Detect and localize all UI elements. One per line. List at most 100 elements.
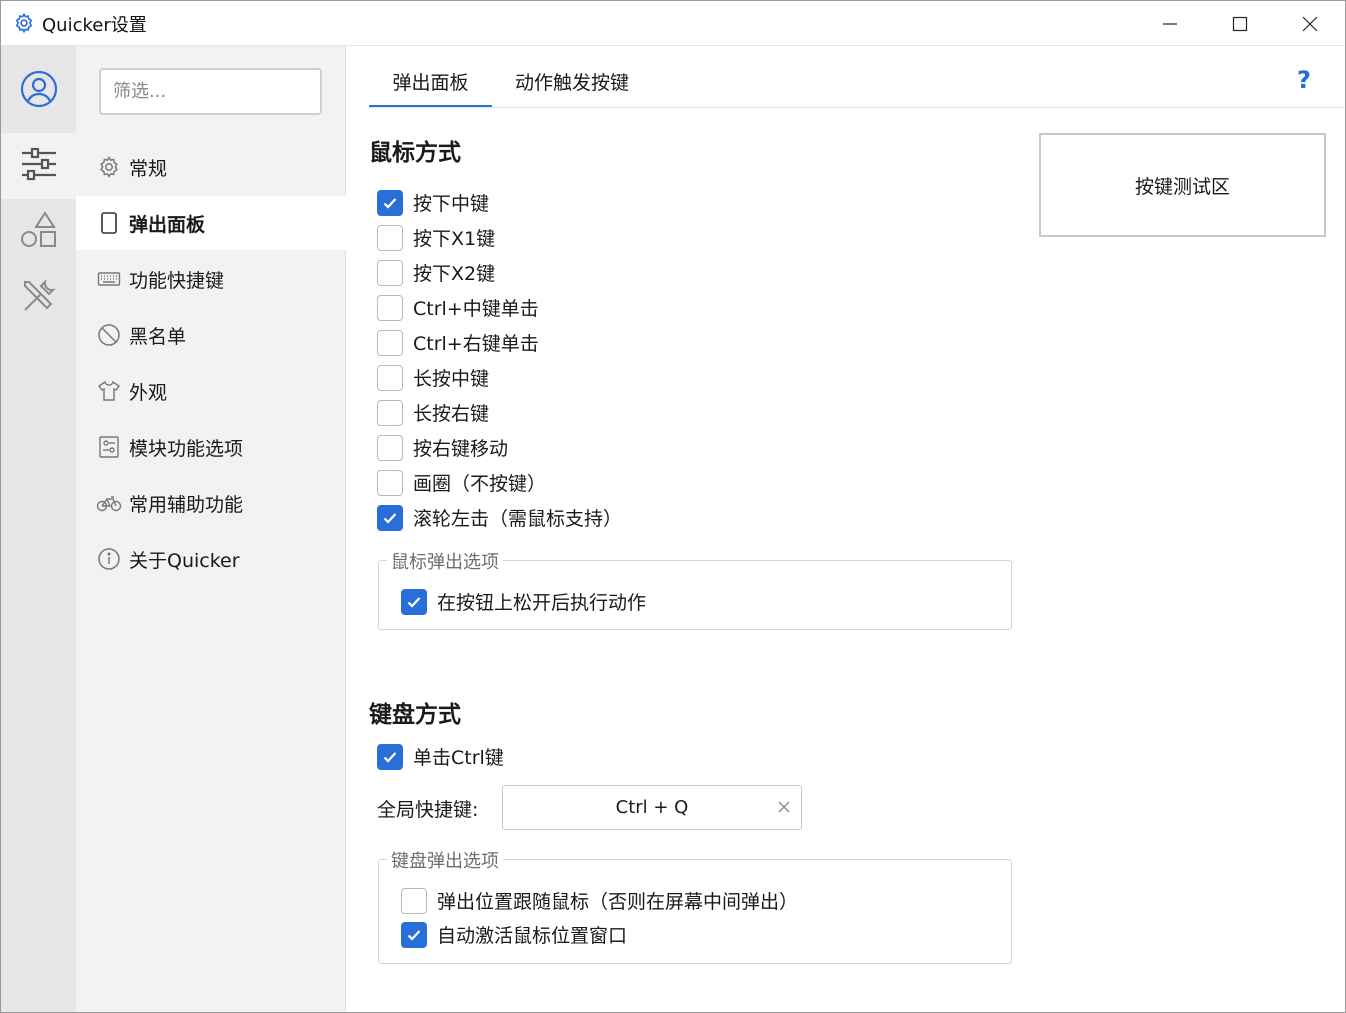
mouse-option-long-press-right[interactable]: 长按右键 [377, 399, 489, 426]
check-icon [407, 929, 421, 941]
nav-item-label: 模块功能选项 [129, 437, 244, 460]
global-hotkey-label: 全局快捷键: [377, 799, 479, 821]
check-icon [383, 197, 397, 209]
checkbox[interactable] [377, 224, 403, 251]
tools-icon [19, 276, 59, 320]
checkbox[interactable] [401, 588, 427, 615]
mouse-option-x1-press[interactable]: 按下X1键 [377, 224, 495, 251]
mouse-option-x2-press[interactable]: 按下X2键 [377, 259, 495, 286]
gear-icon [96, 154, 122, 180]
checkbox[interactable] [377, 189, 403, 216]
checkbox-label: 长按右键 [413, 403, 490, 425]
nav-item-label: 常用辅助功能 [129, 493, 244, 516]
filter-box[interactable] [99, 68, 322, 115]
info-icon [96, 546, 122, 572]
checkbox-label: 弹出位置跟随鼠标（否则在屏幕中间弹出） [437, 891, 799, 913]
maximize-button[interactable] [1205, 1, 1275, 46]
rail-item-account[interactable] [1, 58, 76, 124]
rail-item-actions[interactable] [1, 199, 76, 265]
key-test-area[interactable]: 按键测试区 [1039, 133, 1326, 237]
mouse-section-title: 鼠标方式 [369, 140, 461, 166]
mouse-option-ctrl-middle-click[interactable]: Ctrl+中键单击 [377, 294, 539, 321]
mouse-option-middle-press[interactable]: 按下中键 [377, 189, 489, 216]
checkbox-label: 单击Ctrl键 [413, 747, 504, 769]
checkbox[interactable] [377, 504, 403, 531]
nav-item-label: 黑名单 [129, 325, 187, 348]
checkbox[interactable] [401, 921, 427, 948]
nav-item-label: 常规 [129, 157, 168, 180]
tab-action-trigger-keys[interactable]: 动作触发按键 [492, 64, 652, 108]
nav-item-hotkeys[interactable]: 功能快捷键 [76, 252, 346, 306]
check-icon [383, 751, 397, 763]
checkbox[interactable] [377, 259, 403, 286]
checkbox-label: 画圈（不按键） [413, 473, 547, 495]
nav-item-blacklist[interactable]: 黑名单 [76, 308, 346, 362]
checkbox-label: 自动激活鼠标位置窗口 [437, 925, 628, 947]
checkbox-label: Ctrl+右键单击 [413, 333, 539, 355]
phone-icon [96, 210, 122, 236]
checkbox-label: Ctrl+中键单击 [413, 298, 539, 320]
filter-input[interactable] [101, 70, 320, 113]
checkbox[interactable] [377, 294, 403, 321]
keyboard-popup-options-group: 键盘弹出选项 弹出位置跟随鼠标（否则在屏幕中间弹出） 自动激活鼠标位置窗口 [378, 847, 1012, 964]
help-icon[interactable]: ? [1297, 66, 1311, 94]
minimize-button[interactable] [1135, 1, 1205, 46]
keyboard-section-title: 键盘方式 [369, 702, 461, 728]
checkbox[interactable] [377, 399, 403, 426]
window-title: Quicker设置 [42, 15, 147, 36]
rail-item-tools[interactable] [1, 265, 76, 331]
checkbox-label: 按下中键 [413, 193, 490, 215]
close-button[interactable] [1275, 1, 1345, 46]
clear-icon[interactable] [775, 798, 793, 816]
bicycle-icon [96, 490, 122, 516]
checkbox[interactable] [377, 743, 403, 770]
module-icon [96, 434, 122, 460]
checkbox[interactable] [401, 887, 427, 914]
nav-item-assist-functions[interactable]: 常用辅助功能 [76, 476, 346, 530]
nav-item-popup-panel[interactable]: 弹出面板 [76, 196, 346, 250]
checkbox[interactable] [377, 434, 403, 461]
keyboard-option-single-ctrl[interactable]: 单击Ctrl键 [377, 743, 504, 770]
checkbox[interactable] [377, 469, 403, 496]
check-icon [407, 596, 421, 608]
nav-item-general[interactable]: 常规 [76, 140, 346, 194]
global-hotkey-input[interactable]: Ctrl + Q [502, 785, 802, 830]
checkbox[interactable] [377, 364, 403, 391]
mouse-popup-release-execute[interactable]: 在按钮上松开后执行动作 [401, 588, 646, 615]
tshirt-icon [96, 378, 122, 404]
mouse-option-long-press-middle[interactable]: 长按中键 [377, 364, 489, 391]
mouse-option-draw-circle[interactable]: 画圈（不按键） [377, 469, 546, 496]
nav-item-label: 外观 [129, 381, 168, 404]
keyboard-popup-auto-activate[interactable]: 自动激活鼠标位置窗口 [401, 921, 627, 948]
main-content: 弹出面板 动作触发按键 ? 鼠标方式 按下中键 按下X1键 按下X2键 Ctrl… [347, 46, 1345, 1012]
nav-item-module-options[interactable]: 模块功能选项 [76, 420, 346, 474]
checkbox-label: 按右键移动 [413, 438, 509, 460]
checkbox-label: 长按中键 [413, 368, 490, 390]
group-legend: 键盘弹出选项 [387, 847, 503, 873]
mouse-option-right-drag[interactable]: 按右键移动 [377, 434, 508, 461]
rail-item-settings[interactable] [1, 133, 76, 199]
checkbox[interactable] [377, 329, 403, 356]
hotkey-value: Ctrl + Q [615, 797, 689, 818]
nav-item-label: 功能快捷键 [129, 269, 225, 292]
nav-panel: 常规 弹出面板 功能快捷键 [76, 46, 346, 1012]
checkbox-label: 滚轮左击（需鼠标支持） [413, 508, 623, 530]
checkbox-label: 在按钮上松开后执行动作 [437, 592, 647, 614]
key-test-area-label: 按键测试区 [1134, 175, 1230, 198]
mouse-option-ctrl-right-click[interactable]: Ctrl+右键单击 [377, 329, 539, 356]
nav-item-about[interactable]: 关于Quicker [76, 532, 346, 586]
tab-popup-panel[interactable]: 弹出面板 [369, 64, 492, 108]
icon-rail [1, 46, 76, 1012]
keyboard-icon [96, 266, 122, 292]
close-icon [1302, 16, 1318, 31]
mouse-option-wheel-left-click[interactable]: 滚轮左击（需鼠标支持） [377, 504, 622, 531]
checkbox-label: 按下X1键 [413, 228, 496, 250]
title-bar[interactable]: Quicker设置 [1, 1, 1345, 46]
check-icon [383, 512, 397, 524]
nav-item-appearance[interactable]: 外观 [76, 364, 346, 418]
nav-item-label: 关于Quicker [129, 549, 240, 572]
keyboard-popup-follow-mouse[interactable]: 弹出位置跟随鼠标（否则在屏幕中间弹出） [401, 887, 798, 914]
block-icon [96, 322, 122, 348]
checkbox-label: 按下X2键 [413, 263, 496, 285]
settings-window: Quicker设置 筛选... 常规 弹出面板 功能快捷键 黑名单 外观 模块功… [0, 0, 1346, 1013]
